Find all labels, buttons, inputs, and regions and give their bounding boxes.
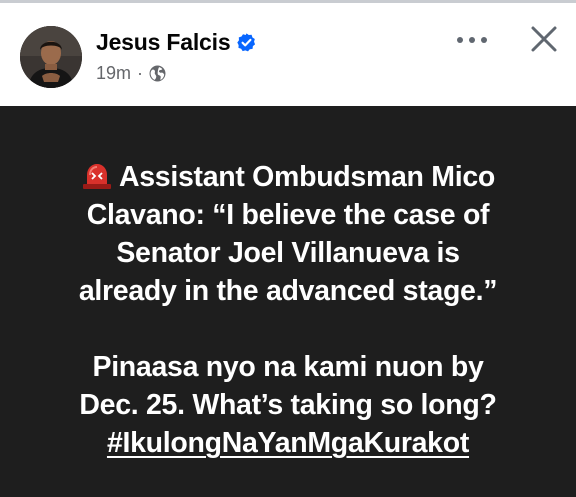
close-icon[interactable] [522, 17, 566, 61]
verified-badge-icon [236, 32, 257, 53]
post-line-6: Dec. 25. What’s taking so long? [79, 389, 497, 421]
post-line-1: Assistant Ombudsman Mico [118, 161, 496, 193]
post-line-5: Pinaasa nyo na kami nuon by [92, 351, 484, 383]
post-line-3: Senator Joel Villanueva is [116, 237, 460, 269]
post-paragraph-2: Pinaasa nyo na kami nuon by Dec. 25. Wha… [20, 348, 556, 462]
author-row: Jesus Falcis [96, 29, 257, 56]
post-meta: 19m · [96, 63, 166, 84]
rotating-light-icon [81, 161, 113, 189]
avatar[interactable] [20, 26, 82, 88]
globe-icon[interactable] [149, 65, 166, 82]
post-text-card: Assistant Ombudsman Mico Clavano: “I bel… [0, 106, 576, 497]
post-header: Jesus Falcis 19m · [0, 3, 576, 106]
post-line-2: Clavano: “I believe the case of [86, 199, 490, 231]
more-options-icon[interactable] [449, 25, 495, 55]
timestamp[interactable]: 19m [96, 63, 131, 84]
post-paragraph-1: Assistant Ombudsman Mico Clavano: “I bel… [20, 158, 556, 310]
post-line-4: already in the advanced stage.” [78, 275, 498, 307]
meta-separator: · [137, 63, 144, 83]
hashtag-link[interactable]: #IkulongNaYanMgaKurakot [107, 427, 469, 459]
post-text: Assistant Ombudsman Mico Clavano: “I bel… [20, 158, 556, 462]
author-name[interactable]: Jesus Falcis [96, 29, 231, 56]
